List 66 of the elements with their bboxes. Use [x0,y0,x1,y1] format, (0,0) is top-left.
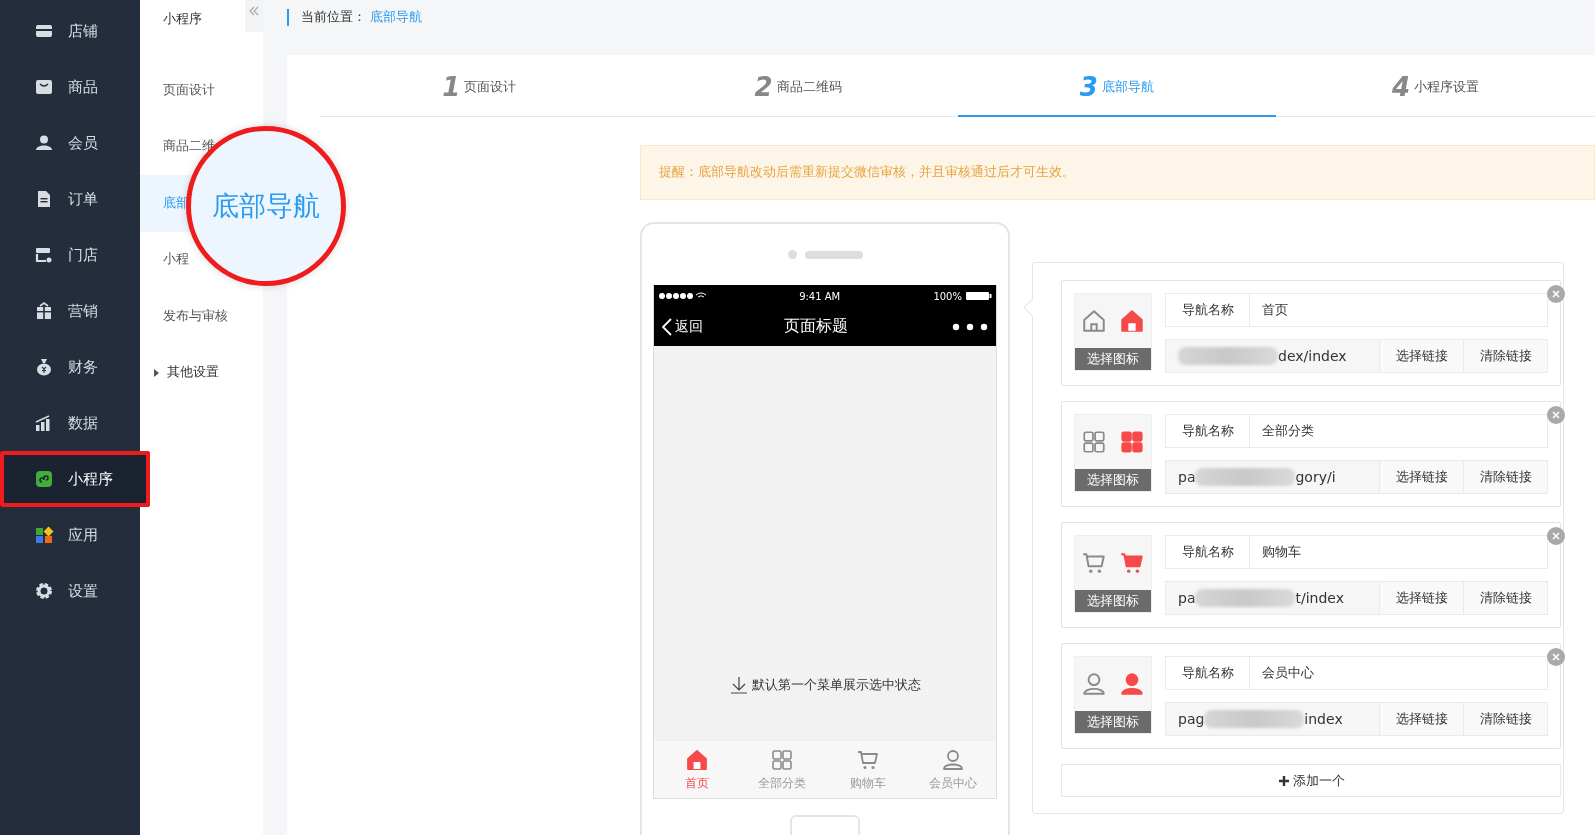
choose-icon-button[interactable]: 选择图标 [1075,348,1151,370]
subnav-title: 小程序 [163,11,202,26]
battery-percent: 100% [933,290,962,302]
user-icon [34,133,54,153]
sidebar-item[interactable]: 财务 [0,339,140,395]
status-time: 9:41 AM [799,290,841,302]
notice-banner: 提醒：底部导航改动后需重新提交微信审核，并且审核通过后才可生效。 [640,145,1595,200]
gift-icon [34,301,54,321]
hint-text: 默认第一个菜单展示选中状态 [751,676,921,694]
user-icon [1081,671,1107,697]
settings-icon [34,581,54,601]
sidebar-item[interactable]: 数据 [0,395,140,451]
cart-icon [1119,550,1145,576]
house-icon [684,747,709,772]
choose-icon-button[interactable]: 选择图标 [1075,469,1151,491]
shop-icon [34,245,54,265]
page-title: 页面标题 [783,316,848,337]
speaker-slot [804,250,863,259]
chevron-left-icon [662,317,672,336]
user-icon [1119,671,1145,697]
plus-icon [1277,774,1290,787]
close-button[interactable] [1547,285,1565,303]
battery-icon [966,291,992,301]
subnav-item[interactable]: 发布与审核 [163,307,228,325]
close-button[interactable] [1547,527,1565,545]
back-button[interactable]: 返回 [662,317,703,336]
bag-icon [34,77,54,97]
sidebar-item[interactable]: 门店 [0,227,140,283]
subnav-item[interactable]: 页面设计 [163,81,215,99]
caret-icon [154,368,159,377]
apps-icon [34,525,54,545]
house-icon [1081,308,1107,334]
cart-icon [1081,550,1107,576]
sidebar-item[interactable]: 订单 [0,171,140,227]
collapse-button[interactable] [245,0,263,32]
sidebar-item[interactable]: 设置 [0,563,140,619]
close-button[interactable] [1547,648,1565,666]
grid-icon [770,747,795,772]
grid-icon [1081,429,1107,455]
sidebar-item[interactable]: 小程序 [0,451,150,507]
more-icon[interactable] [952,322,988,331]
house-icon [1119,308,1145,334]
choose-icon-button[interactable]: 选择图标 [1075,711,1151,733]
sidebar-item[interactable]: 营销 [0,283,140,339]
download-arrow-icon [729,676,748,694]
subnav-item[interactable]: 小程 [163,251,189,269]
user-icon [941,747,966,772]
double-chevron-icon [249,6,259,16]
sidebar-item[interactable]: 会员 [0,115,140,171]
choose-icon-button[interactable]: 选择图标 [1075,590,1151,612]
close-icon [1552,532,1560,540]
close-icon [1552,411,1560,419]
camera-dot [787,250,797,259]
close-icon [1552,290,1560,298]
miniapp-icon [34,469,54,489]
close-button[interactable] [1547,406,1565,424]
grid-icon [1119,429,1145,455]
sidebar-item[interactable]: 店铺 [0,3,140,59]
add-button[interactable]: 添加一个 [1061,764,1561,797]
signal-icon [658,292,706,300]
breadcrumb-label: 当前位置： [301,8,366,26]
money-bag-icon [34,357,54,377]
subnav-group[interactable]: 其他设置 [167,364,219,382]
sidebar-item[interactable]: 应用 [0,507,140,563]
sidebar-item[interactable]: 商品 [0,59,140,115]
close-icon [1552,653,1560,661]
